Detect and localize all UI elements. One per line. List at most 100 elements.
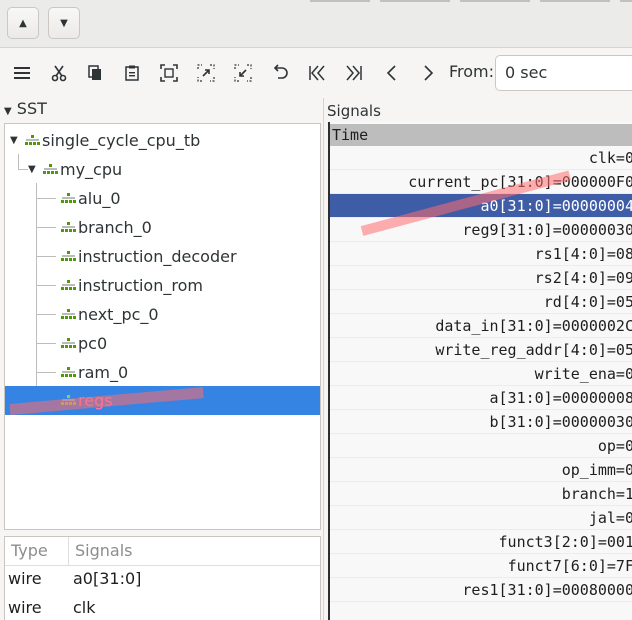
module-icon — [61, 251, 76, 261]
tree-item-instruction-decoder[interactable]: instruction_decoder — [5, 242, 320, 271]
signal-name: clk — [73, 598, 96, 617]
module-icon — [61, 193, 76, 203]
cut-icon — [51, 65, 67, 82]
tree-item-instruction-rom[interactable]: instruction_rom — [5, 271, 320, 300]
tree-item-label: my_cpu — [60, 160, 123, 179]
tree-item-pc0[interactable]: pc0 — [5, 329, 320, 358]
signals-pane-title: Signals — [327, 102, 381, 120]
signal-row-rs1[interactable]: rs1[4:0]=08 — [330, 242, 632, 266]
triangle-down-icon: ▼ — [10, 135, 18, 146]
menu-icon — [14, 67, 30, 79]
tree-item-label: instruction_decoder — [78, 247, 237, 266]
previous-button[interactable] — [380, 61, 404, 85]
tree-item-label: alu_0 — [78, 189, 121, 208]
header-strip — [460, 0, 530, 2]
tree-item-single-cycle-cpu-tb[interactable]: ▼ single_cycle_cpu_tb — [5, 126, 320, 155]
header-strip — [540, 0, 610, 2]
table-header: Type Signals — [5, 537, 320, 566]
header-strip — [620, 0, 632, 2]
signal-row-write-reg-addr[interactable]: write_reg_addr[4:0]=05 — [330, 338, 632, 362]
column-header-signals[interactable]: Signals — [75, 541, 132, 560]
module-icon — [61, 309, 76, 319]
undo-button[interactable] — [268, 61, 292, 85]
tree-item-label: branch_0 — [78, 218, 152, 237]
go-to-start-icon — [309, 65, 325, 81]
column-divider — [68, 537, 69, 565]
tree-item-label: pc0 — [78, 334, 108, 353]
header-strip — [310, 0, 370, 2]
signal-row-rs2[interactable]: rs2[4:0]=09 — [330, 266, 632, 290]
toolbar: From: 0 sec — [0, 48, 632, 98]
signal-row-funct7[interactable]: funct7[6:0]=7F — [330, 554, 632, 578]
triangle-down-icon: ▼ — [60, 17, 68, 29]
scroll-up-button[interactable]: ▲ — [7, 7, 39, 39]
triangle-up-icon: ▲ — [19, 17, 27, 29]
signal-row-op-imm[interactable]: op_imm=0 — [330, 458, 632, 482]
signal-type-table: Type Signals wire a0[31:0] wire clk — [4, 536, 321, 620]
zoom-in-button[interactable] — [194, 61, 218, 85]
gtkwave-window: ▲ ▼ From: 0 sec ▼ SST ▼ single_cycle_cpu… — [0, 0, 632, 620]
pane-divider[interactable] — [323, 98, 324, 620]
signal-row-a[interactable]: a[31:0]=00000008 — [330, 386, 632, 410]
signal-row-current-pc[interactable]: current_pc[31:0]=000000F0 — [330, 170, 632, 194]
triangle-down-icon: ▼ — [28, 164, 36, 175]
sst-tree: ▼ single_cycle_cpu_tb ▼ my_cpu alu_0 bra… — [4, 123, 321, 530]
signal-row-write-ena[interactable]: write_ena=0 — [330, 362, 632, 386]
module-icon — [61, 280, 76, 290]
module-icon — [25, 135, 40, 145]
sst-header[interactable]: ▼ SST — [4, 99, 47, 118]
scroll-down-button[interactable]: ▼ — [48, 7, 80, 39]
tree-item-label: instruction_rom — [78, 276, 203, 295]
triangle-down-icon: ▼ — [4, 106, 12, 117]
signal-row-data-in[interactable]: data_in[31:0]=0000002C — [330, 314, 632, 338]
tree-item-alu-0[interactable]: alu_0 — [5, 184, 320, 213]
zoom-in-icon — [197, 64, 215, 82]
tree-item-my-cpu[interactable]: ▼ my_cpu — [5, 155, 320, 184]
sst-title: SST — [16, 99, 47, 118]
tree-item-next-pc-0[interactable]: next_pc_0 — [5, 300, 320, 329]
table-row[interactable]: wire a0[31:0] — [5, 565, 320, 594]
module-icon — [61, 338, 76, 348]
signal-row-op[interactable]: op=0 — [330, 434, 632, 458]
time-row[interactable]: Time — [330, 124, 632, 146]
go-to-start-button[interactable] — [305, 61, 329, 85]
module-icon — [43, 164, 58, 174]
column-header-type[interactable]: Type — [11, 541, 48, 560]
next-icon — [424, 65, 434, 81]
signal-type: wire — [8, 598, 42, 617]
zoom-out-button[interactable] — [231, 61, 255, 85]
from-time-input[interactable]: 0 sec — [495, 55, 632, 91]
copy-button[interactable] — [83, 61, 107, 85]
signal-row-res1[interactable]: res1[31:0]=00080000 — [330, 578, 632, 602]
zoom-out-icon — [234, 64, 252, 82]
header-strip — [380, 0, 450, 2]
go-to-end-button[interactable] — [342, 61, 366, 85]
module-icon — [61, 367, 76, 377]
from-label: From: — [449, 62, 495, 81]
menu-button[interactable] — [10, 61, 34, 85]
paste-icon — [125, 65, 139, 81]
tree-item-ram-0[interactable]: ram_0 — [5, 358, 320, 387]
table-row[interactable]: wire clk — [5, 594, 320, 620]
tree-item-label: single_cycle_cpu_tb — [42, 131, 201, 150]
cut-button[interactable] — [47, 61, 71, 85]
zoom-fit-icon — [160, 64, 178, 82]
tree-item-branch-0[interactable]: branch_0 — [5, 213, 320, 242]
tree-item-label: ram_0 — [78, 363, 129, 382]
signal-row-b[interactable]: b[31:0]=00000030 — [330, 410, 632, 434]
signal-row-funct3[interactable]: funct3[2:0]=001 — [330, 530, 632, 554]
paste-button[interactable] — [120, 61, 144, 85]
signal-row-rd[interactable]: rd[4:0]=05 — [330, 290, 632, 314]
signal-name: a0[31:0] — [73, 569, 142, 588]
zoom-fit-button[interactable] — [157, 61, 181, 85]
copy-icon — [88, 65, 101, 80]
next-button[interactable] — [416, 61, 440, 85]
previous-icon — [386, 65, 396, 81]
signal-row-clk[interactable]: clk=0 — [330, 146, 632, 170]
signal-row-branch[interactable]: branch=1 — [330, 482, 632, 506]
signal-type: wire — [8, 569, 42, 588]
undo-icon — [273, 64, 288, 79]
module-icon — [61, 222, 76, 232]
header-bar: ▲ ▼ — [0, 0, 632, 48]
signal-row-jal[interactable]: jal=0 — [330, 506, 632, 530]
